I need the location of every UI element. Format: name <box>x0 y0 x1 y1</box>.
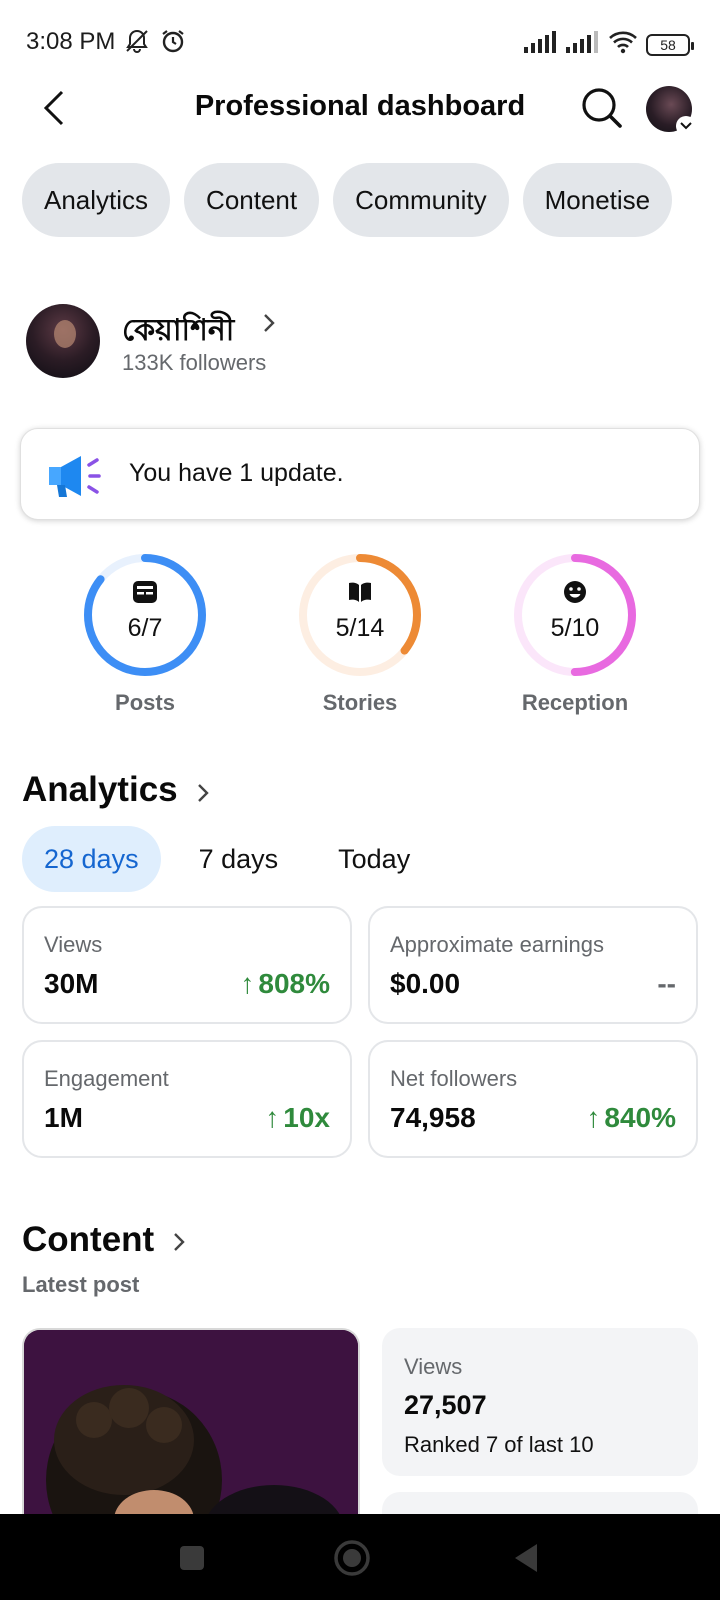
update-card[interactable]: You have 1 update. <box>20 428 700 520</box>
stat-change: ↑ 840% <box>586 1102 676 1133</box>
dashboard-tabs: Analytics Content Community Monetise <box>22 163 673 237</box>
stat-label: Approximate earnings <box>390 932 605 957</box>
stat-change: -- <box>657 968 676 999</box>
circle-icon <box>334 1540 370 1576</box>
analytics-section-title[interactable]: Analytics <box>22 770 178 810</box>
signal-icon-2 <box>566 31 600 58</box>
home-button[interactable] <box>332 1538 372 1578</box>
update-text: You have 1 update. <box>129 459 344 487</box>
post-illustration <box>24 1330 358 1528</box>
stat-change: ↑ 10x <box>265 1102 330 1133</box>
ring-value: 5/14 <box>335 614 385 642</box>
back-nav-button[interactable] <box>506 1538 546 1578</box>
ring-label: Stories <box>322 690 398 715</box>
stat-label: Engagement <box>44 1066 169 1091</box>
period-selector: 28 days 7 days Today <box>22 826 432 892</box>
chevron-right-icon[interactable] <box>196 782 210 804</box>
account-switcher-avatar[interactable] <box>646 86 696 136</box>
tab-community[interactable]: Community <box>333 163 509 237</box>
period-today[interactable]: Today <box>316 826 432 892</box>
progress-rings: 6/7 Posts 5/14 Stories 5/10 Reception <box>0 550 720 720</box>
tab-content[interactable]: Content <box>184 163 320 237</box>
signal-icon <box>524 31 558 58</box>
header: Professional dashboard <box>0 80 720 136</box>
chevron-right-icon <box>264 314 275 332</box>
stat-label: Views <box>44 932 103 957</box>
ring-stories[interactable]: 5/14 Stories <box>285 550 435 716</box>
ring-label: Reception <box>521 690 629 715</box>
stat-card-views[interactable]: Views 30M ↑ 808% <box>22 906 352 1024</box>
stat-label: Net followers <box>390 1066 518 1091</box>
arrow-up-icon: ↑ <box>240 968 255 999</box>
latest-post-views-card[interactable]: Views 27,507 Ranked 7 of last 10 <box>382 1328 698 1476</box>
stat-value: 30M <box>44 968 99 999</box>
arrow-up-icon: ↑ <box>586 1102 601 1133</box>
chevron-right-icon[interactable] <box>172 1231 186 1253</box>
chevron-down-icon <box>676 116 696 136</box>
battery-icon: 58 <box>646 33 694 56</box>
ring-label: Posts <box>115 690 175 715</box>
latest-post-thumbnail[interactable] <box>22 1328 360 1528</box>
book-icon <box>349 582 371 602</box>
content-section-title[interactable]: Content <box>22 1220 154 1260</box>
search-icon <box>582 88 622 128</box>
search-button[interactable] <box>580 86 624 130</box>
tab-monetise[interactable]: Monetise <box>522 163 673 237</box>
ring-reception[interactable]: 5/10 Reception <box>500 550 650 716</box>
megaphone-icon <box>49 456 101 497</box>
profile-header[interactable]: কেয়াশিনী 133K followers <box>26 304 696 378</box>
posts-icon <box>133 581 157 603</box>
smile-icon <box>564 581 586 603</box>
post-stat-rank: Ranked 7 of last 10 <box>404 1432 594 1457</box>
square-icon <box>180 1546 204 1570</box>
status-bar: 3:08 PM 58 <box>0 0 720 86</box>
follower-count: 133K followers <box>122 350 267 375</box>
period-7-days[interactable]: 7 days <box>177 826 301 892</box>
ring-value: 5/10 <box>550 614 600 642</box>
system-nav-bar <box>0 1514 720 1600</box>
stat-change: ↑ 808% <box>240 968 330 999</box>
stat-card-earnings[interactable]: Approximate earnings $0.00 -- <box>368 906 698 1024</box>
latest-post-label: Latest post <box>22 1272 140 1297</box>
stat-card-net-followers[interactable]: Net followers 74,958 ↑ 840% <box>368 1040 698 1158</box>
triangle-back-icon <box>515 1544 537 1572</box>
ring-posts[interactable]: 6/7 Posts <box>70 550 220 716</box>
post-stat-label: Views <box>404 1354 463 1379</box>
post-stat-value: 27,507 <box>404 1390 487 1420</box>
tab-analytics[interactable]: Analytics <box>22 163 171 237</box>
period-28-days[interactable]: 28 days <box>22 826 161 892</box>
mute-icon <box>124 28 150 59</box>
stat-value: $0.00 <box>390 968 461 999</box>
stat-value: 1M <box>44 1102 83 1133</box>
arrow-up-icon: ↑ <box>265 1102 280 1133</box>
stat-card-engagement[interactable]: Engagement 1M ↑ 10x <box>22 1040 352 1158</box>
wifi-icon <box>608 30 638 59</box>
profile-avatar <box>26 304 100 378</box>
recents-button[interactable] <box>172 1538 212 1578</box>
stat-value: 74,958 <box>390 1102 476 1133</box>
alarm-icon <box>160 28 186 59</box>
ring-value: 6/7 <box>127 614 163 642</box>
status-time: 3:08 PM <box>26 28 116 55</box>
